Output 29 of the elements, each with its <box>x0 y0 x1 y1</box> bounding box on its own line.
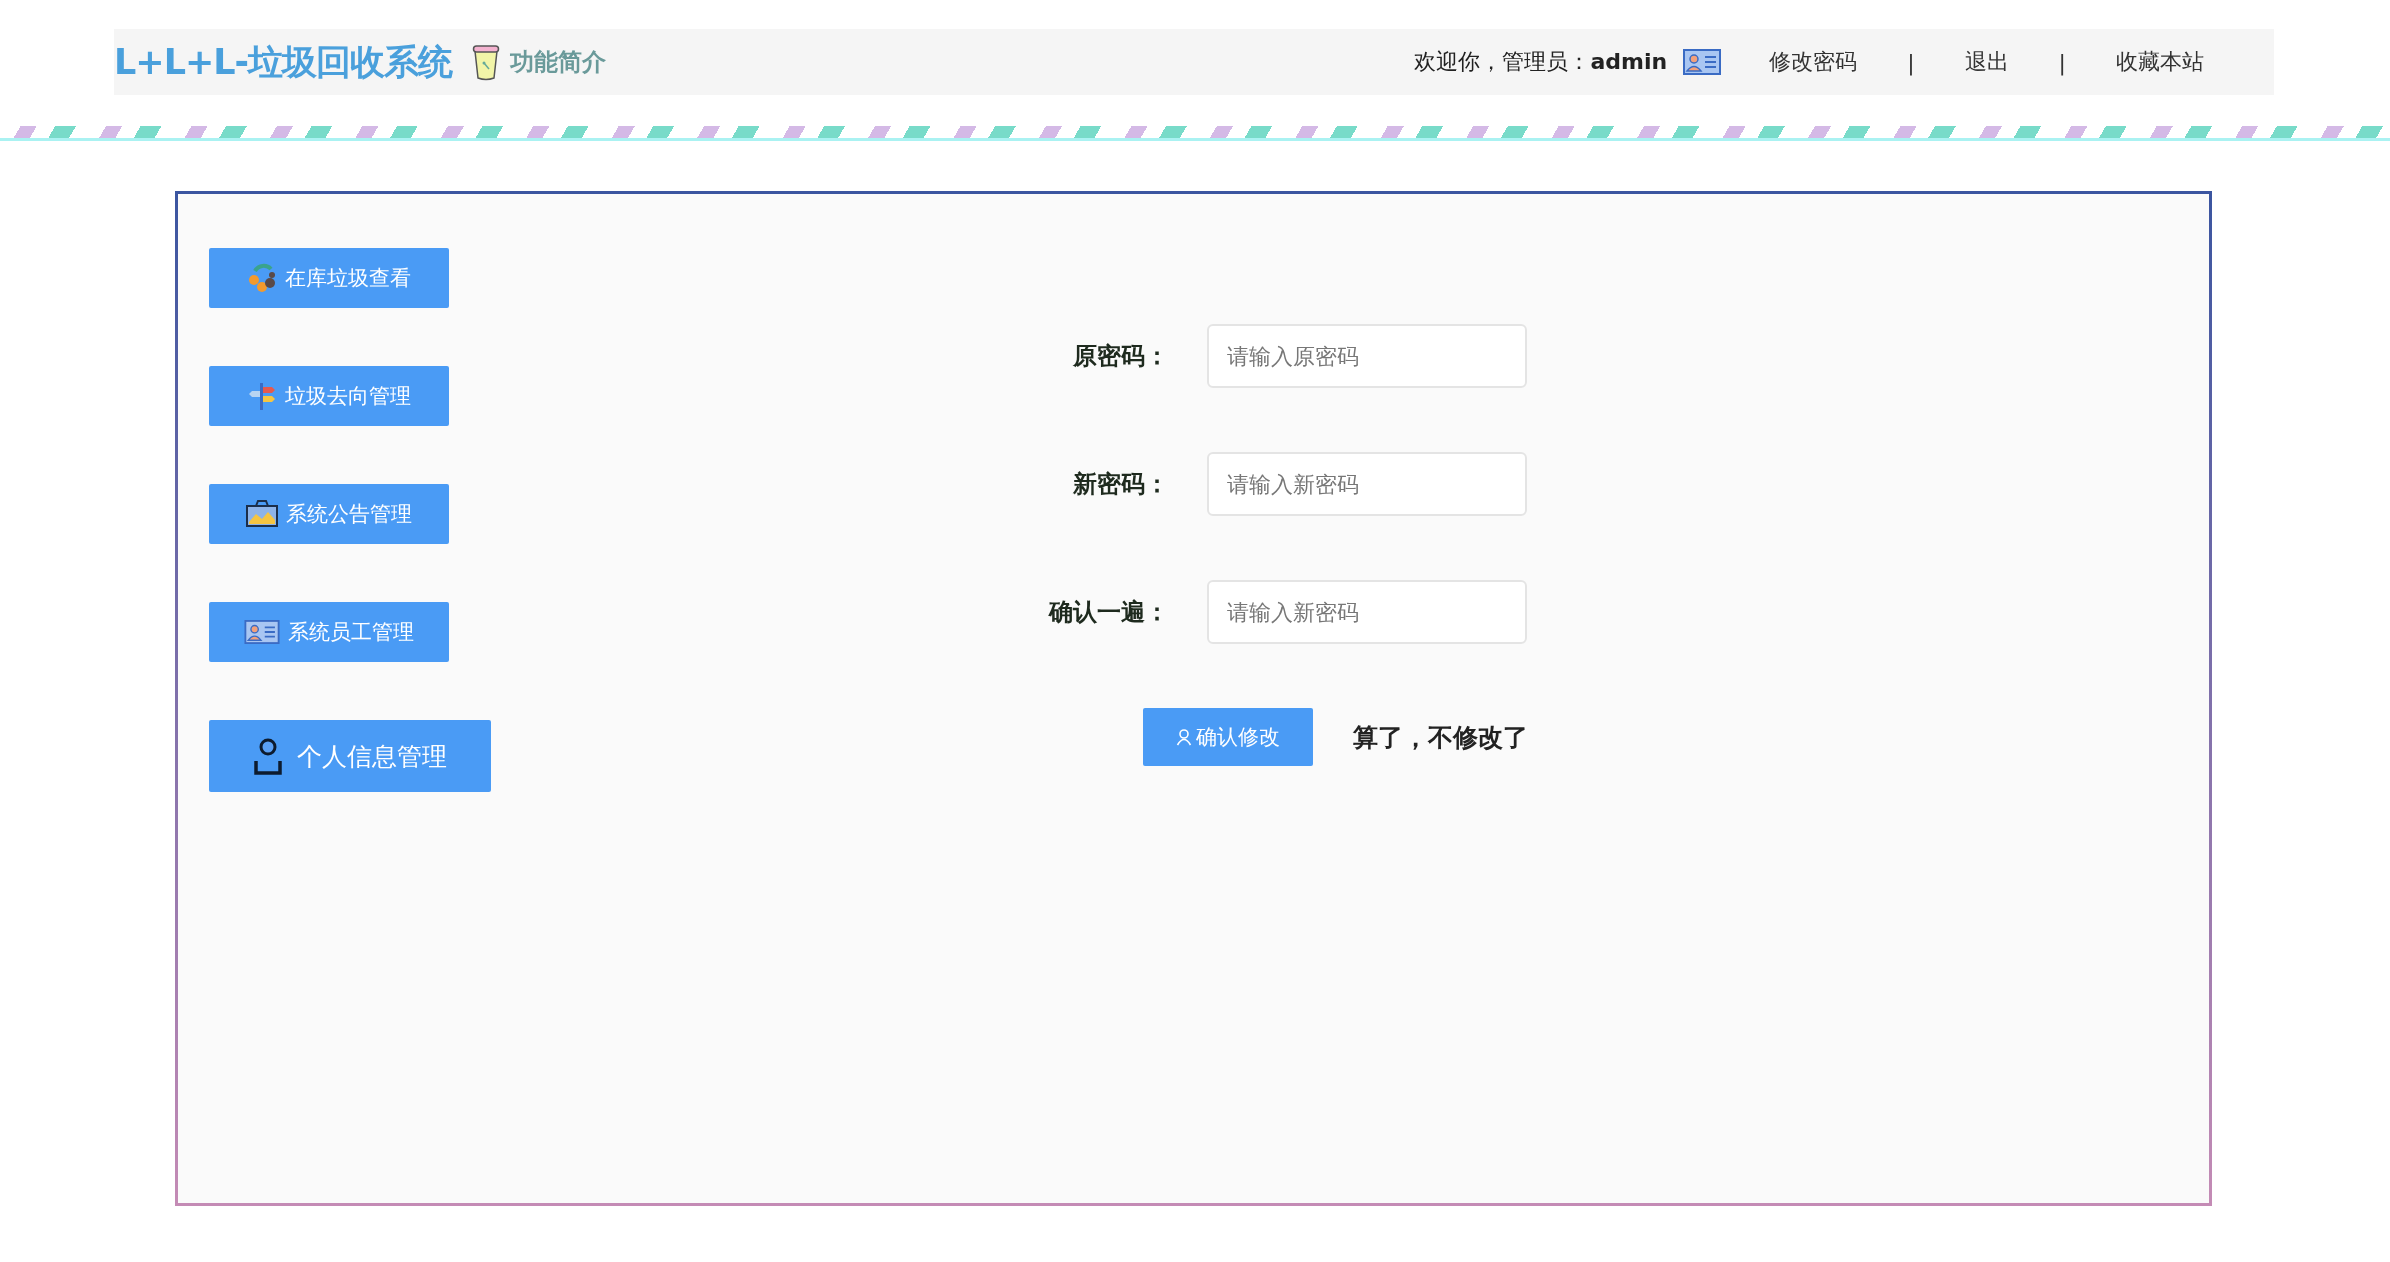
welcome-text: 欢迎你，管理员：admin <box>1414 48 1668 76</box>
sidebar-button[interactable]: 系统员工管理 <box>209 602 449 662</box>
sidebar-button[interactable]: 垃圾去向管理 <box>209 366 449 426</box>
separator: | <box>1907 49 1915 75</box>
intro-link[interactable]: 功能简介 <box>510 46 607 78</box>
id-card-icon <box>244 620 280 644</box>
user-icon <box>1176 728 1192 746</box>
sidebar-button[interactable]: 个人信息管理 <box>209 720 491 792</box>
sidebar-button[interactable]: 系统公告管理 <box>209 484 449 544</box>
header-link[interactable]: 退出 <box>1964 47 2009 77</box>
signpost-icon <box>247 381 277 411</box>
sidebar-button[interactable]: 在库垃圾查看 <box>209 248 449 308</box>
id-card-icon <box>1683 49 1722 75</box>
user-icon <box>253 736 283 776</box>
separator: | <box>2058 49 2066 75</box>
header-link[interactable]: 修改密码 <box>1769 47 1858 77</box>
recycle-icon <box>247 263 277 293</box>
cup-icon <box>472 43 501 81</box>
cancel-link[interactable]: 算了，不修改了 <box>1353 720 1528 754</box>
field-label: 原密码： <box>1072 341 1169 372</box>
picture-board-icon <box>246 500 278 528</box>
password-field[interactable]: 请输入新密码 <box>1207 452 1527 516</box>
header-link[interactable]: 收藏本站 <box>2116 47 2204 77</box>
site-title[interactable]: L+L+L-垃圾回收系统 <box>114 38 453 86</box>
confirm-button[interactable]: 确认修改 <box>1143 708 1313 766</box>
password-field[interactable]: 请输入新密码 <box>1207 580 1527 644</box>
field-label: 确认一遍： <box>1047 597 1169 628</box>
password-field[interactable]: 请输入原密码 <box>1207 324 1527 388</box>
field-label: 新密码： <box>1072 469 1169 500</box>
